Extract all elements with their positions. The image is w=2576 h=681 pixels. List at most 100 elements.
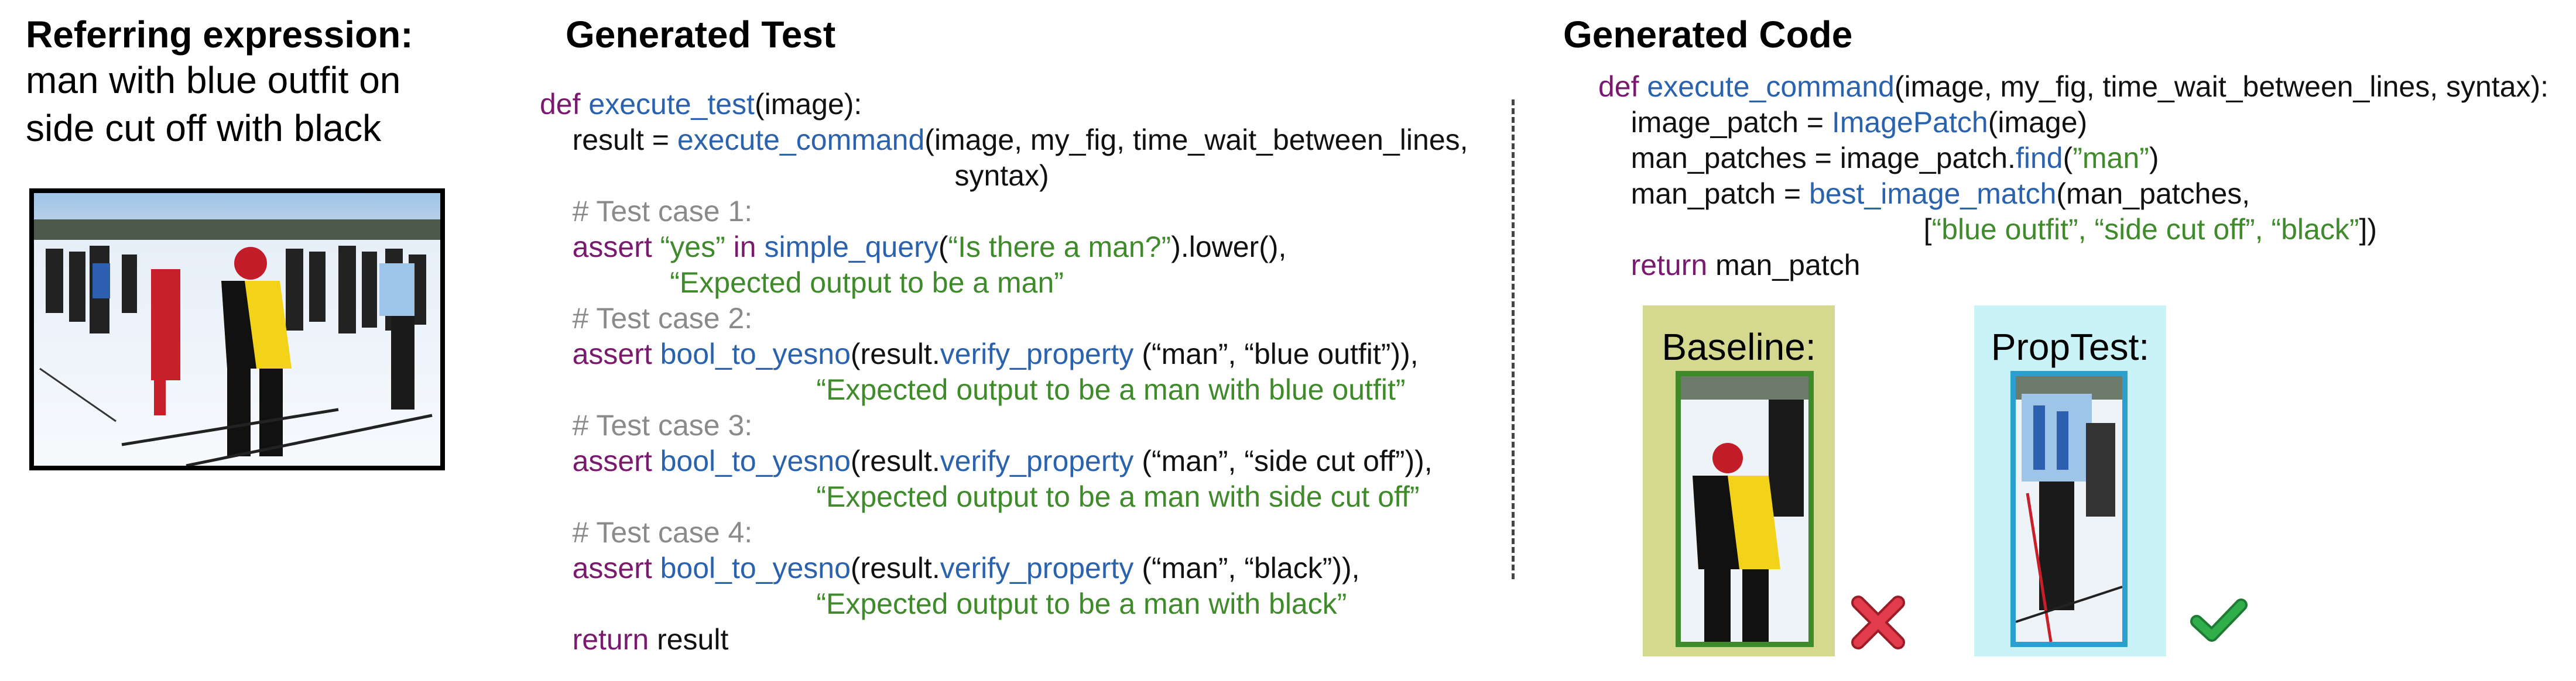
test-code-line: result = execute_command(image, my_fig, … [540, 122, 1468, 158]
test-code-token: “Is there a man?” [948, 231, 1171, 263]
test-code-line: return result [540, 622, 1468, 658]
test-code-token: (result. [850, 445, 940, 477]
test-code-token: verify_property [940, 552, 1134, 584]
test-code-token: syntax) [540, 159, 1049, 192]
gen-code-token: “blue outfit”, “side cut off”, “black” [1931, 213, 2359, 246]
test-code-token [540, 373, 816, 406]
test-code-line: syntax) [540, 158, 1468, 194]
gen-code-line: man_patch = best_image_match(man_patches… [1598, 176, 2548, 212]
test-code-line: “Expected output to be a man with blue o… [540, 372, 1468, 408]
test-code-token: (image, my_fig, time_wait_between_lines, [924, 123, 1468, 156]
test-code-line: # Test case 4: [540, 515, 1468, 551]
test-code-token: assert [540, 231, 660, 263]
test-code-token: (result. [850, 338, 940, 370]
test-code-token: “Expected output to be a man with blue o… [816, 373, 1406, 406]
check-icon [2190, 599, 2248, 642]
test-code-token: bool_to_yesno [660, 338, 851, 370]
test-code-token: (result. [850, 552, 940, 584]
generated-test-heading: Generated Test [566, 13, 836, 56]
test-code-token: assert [540, 445, 660, 477]
generated-code-block: def execute_command(image, my_fig, time_… [1598, 69, 2548, 283]
gen-code-line: image_patch = ImagePatch(image) [1598, 105, 2548, 140]
gen-code-line: return man_patch [1598, 247, 2548, 283]
gen-code-token: man_patches = image_patch. [1598, 142, 2016, 174]
test-code-token: “yes” [660, 231, 734, 263]
gen-code-token: (image, my_fig, time_wait_between_lines,… [1894, 70, 2549, 103]
baseline-crop-photo [1681, 376, 1808, 642]
proptest-panel: PropTest: [1974, 305, 2166, 656]
baseline-panel: Baseline: [1643, 305, 1835, 656]
test-code-token: # Test case 3: [540, 409, 753, 442]
gen-code-line: man_patches = image_patch.find(”man”) [1598, 140, 2548, 176]
test-code-token: result [657, 623, 729, 656]
referring-line-2: side cut off with black [26, 107, 382, 149]
test-code-token: ).lower(), [1171, 231, 1287, 263]
test-code-token [540, 266, 670, 299]
gen-code-token: ]) [2359, 213, 2378, 246]
gen-code-token: ) [2149, 142, 2159, 174]
section-divider [1512, 99, 1515, 579]
test-code-token: verify_property [940, 338, 1134, 370]
gen-code-token: [ [1598, 213, 1932, 246]
test-code-token: bool_to_yesno [660, 445, 851, 477]
test-code-token: assert [540, 338, 660, 370]
gen-code-token: ( [2063, 142, 2073, 174]
gen-code-token: man_patch = [1598, 177, 1809, 210]
test-code-token: return [540, 623, 657, 656]
gen-code-token: return [1598, 249, 1716, 281]
gen-code-token: (man_patches, [2056, 177, 2250, 210]
test-code-token: in [733, 231, 765, 263]
gen-code-token: execute_command [1647, 70, 1895, 103]
test-code-line: assert “yes” in simple_query(“Is there a… [540, 229, 1468, 265]
test-code-line: “Expected output to be a man with black” [540, 586, 1468, 622]
test-code-line: # Test case 2: [540, 301, 1468, 336]
test-code-line: # Test case 1: [540, 194, 1468, 229]
test-code-token: result = [540, 123, 677, 156]
cross-icon [1851, 596, 1905, 649]
test-code-line: “Expected output to be a man with side c… [540, 479, 1468, 515]
referring-expression-text: man with blue outfit on side cut off wit… [26, 56, 400, 152]
test-code-token: (image): [754, 88, 862, 121]
test-code-line: def execute_test(image): [540, 87, 1468, 122]
proptest-crop-photo [2016, 376, 2122, 642]
gen-code-line: def execute_command(image, my_fig, time_… [1598, 69, 2548, 105]
proptest-label: PropTest: [1991, 326, 2150, 368]
proptest-crop-image [2010, 371, 2128, 647]
gen-code-token: (image) [1988, 106, 2088, 139]
test-code-token: “Expected output to be a man with black” [816, 587, 1347, 620]
generated-code-heading: Generated Code [1563, 13, 1853, 56]
test-code-token: bool_to_yesno [660, 552, 851, 584]
gen-code-token: image_patch = [1598, 106, 1832, 139]
test-code-token [540, 587, 816, 620]
test-code-token: “Expected output to be a man with side c… [816, 480, 1420, 513]
test-code-token: execute_command [677, 123, 925, 156]
test-code-token: execute_test [588, 88, 755, 121]
gen-code-line: [“blue outfit”, “side cut off”, “black”]… [1598, 212, 2548, 247]
test-code-line: assert bool_to_yesno(result.verify_prope… [540, 336, 1468, 372]
test-code-token: verify_property [940, 445, 1134, 477]
test-code-line: “Expected output to be a man” [540, 265, 1468, 301]
gen-code-token: find [2015, 142, 2063, 174]
test-code-line: # Test case 3: [540, 408, 1468, 443]
referring-line-1: man with blue outfit on [26, 59, 401, 101]
test-code-token: “Expected output to be a man” [670, 266, 1064, 299]
test-code-token: (“man”, “blue outfit”)), [1133, 338, 1419, 370]
input-scene-image [29, 188, 445, 470]
test-code-line: assert bool_to_yesno(result.verify_prope… [540, 551, 1468, 586]
test-code-token: (“man”, “black”)), [1133, 552, 1360, 584]
referring-expression-heading: Referring expression: [26, 13, 413, 56]
gen-code-token: ”man” [2073, 142, 2149, 174]
gen-code-token: man_patch [1715, 249, 1861, 281]
test-code-token: assert [540, 552, 660, 584]
baseline-crop-image [1676, 371, 1814, 647]
test-code-token [540, 480, 816, 513]
test-code-token: simple_query [764, 231, 938, 263]
baseline-label: Baseline: [1662, 326, 1816, 368]
test-code-token: # Test case 4: [540, 516, 753, 549]
gen-code-token: best_image_match [1808, 177, 2057, 210]
test-code-line: assert bool_to_yesno(result.verify_prope… [540, 443, 1468, 479]
gen-code-token: ImagePatch [1831, 106, 1988, 139]
test-code-token: # Test case 2: [540, 302, 753, 335]
test-code-token: def [540, 88, 589, 121]
test-code-token: (“man”, “side cut off”)), [1133, 445, 1433, 477]
